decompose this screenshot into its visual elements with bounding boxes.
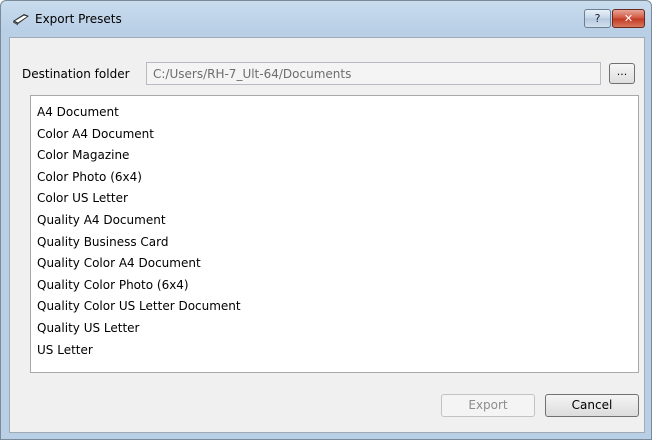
scanner-icon [13, 14, 29, 26]
preset-list-item[interactable]: US Letter [31, 340, 638, 362]
preset-list-item[interactable]: Quality Color Photo (6x4) [31, 275, 638, 297]
close-icon: ✕ [623, 12, 634, 25]
preset-list-item[interactable]: Quality Color A4 Document [31, 253, 638, 275]
preset-list-item[interactable]: Color Magazine [31, 145, 638, 167]
preset-list[interactable]: A4 Document Color A4 Document Color Magazi… [30, 95, 639, 373]
preset-list-item[interactable]: Quality A4 Document [31, 210, 638, 232]
preset-list-item[interactable]: Quality US Letter [31, 318, 638, 340]
help-icon: ? [594, 12, 601, 25]
window-title: Export Presets [35, 12, 122, 26]
preset-list-item[interactable]: Quality Color US Letter Document [31, 296, 638, 318]
preset-list-item[interactable]: Color A4 Document [31, 124, 638, 146]
export-button[interactable]: Export [441, 394, 535, 417]
title-bar[interactable]: Export Presets ? ✕ [1, 1, 651, 37]
cancel-button[interactable]: Cancel [545, 394, 639, 417]
browse-button[interactable]: ... [609, 63, 635, 84]
preset-list-item[interactable]: A4 Document [31, 102, 638, 124]
preset-list-item[interactable]: Color Photo (6x4) [31, 167, 638, 189]
preset-list-item[interactable]: Quality Business Card [31, 232, 638, 254]
preset-list-item[interactable]: Color US Letter [31, 188, 638, 210]
close-button[interactable]: ✕ [612, 9, 645, 28]
help-button[interactable]: ? [584, 9, 611, 28]
destination-folder-field[interactable] [146, 62, 601, 85]
destination-folder-label: Destination folder [22, 67, 130, 81]
